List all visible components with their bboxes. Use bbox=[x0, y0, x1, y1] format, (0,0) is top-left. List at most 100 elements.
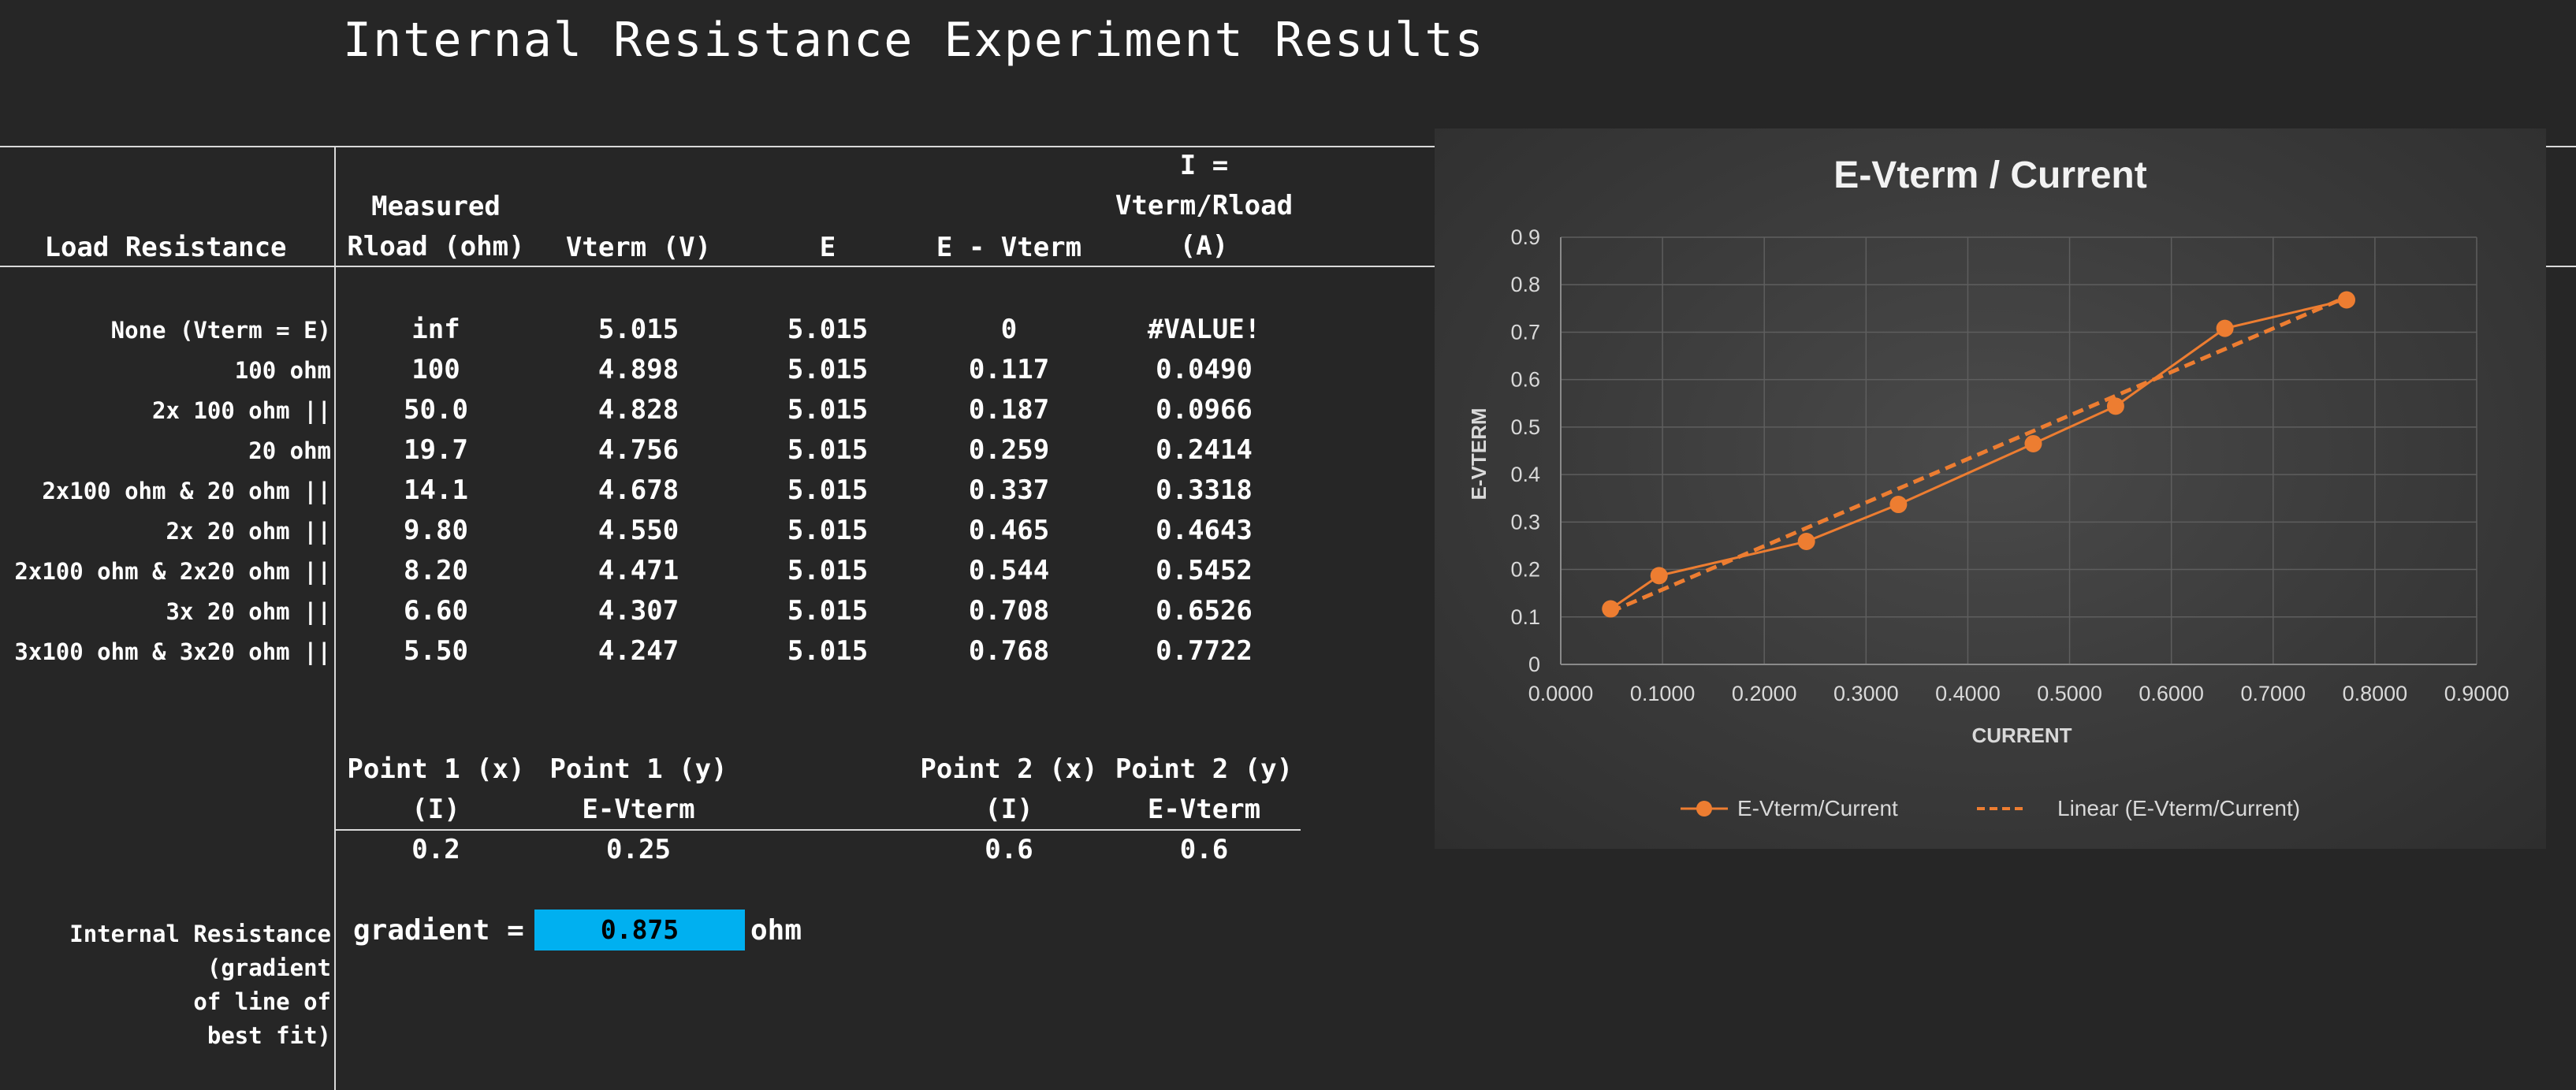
cell-rload: 6.60 bbox=[404, 595, 468, 627]
cell-e-minus-vterm: 0.337 bbox=[968, 474, 1050, 506]
x-tick-label: 0.8000 bbox=[2343, 682, 2408, 705]
cell-e: 5.015 bbox=[787, 555, 869, 586]
chart-legend: E-Vterm/Current Linear (E-Vterm/Current) bbox=[1681, 796, 2300, 820]
cell-current: 0.3318 bbox=[1156, 474, 1253, 506]
x-tick-label: 0.5000 bbox=[2037, 682, 2102, 705]
cell-e-minus-vterm: 0.544 bbox=[968, 555, 1050, 586]
y-tick-label: 0.4 bbox=[1510, 463, 1540, 486]
cell-vterm: 4.471 bbox=[597, 555, 679, 586]
x-tick-label: 0.6000 bbox=[2139, 682, 2204, 705]
point2-x-header-line2: (I) bbox=[985, 794, 1033, 825]
y-axis-title: E-VTERM bbox=[1467, 408, 1491, 500]
header-bottom-border-right bbox=[2546, 266, 2576, 267]
header-rload-line2: Rload (ohm) bbox=[347, 231, 525, 262]
data-point bbox=[1650, 567, 1668, 585]
header-current: I = Vterm/Rload (A) bbox=[1107, 146, 1301, 266]
point1-y-header-line2: E-Vterm bbox=[582, 794, 695, 825]
y-tick-label: 0.1 bbox=[1510, 605, 1540, 629]
x-tick-label: 0.0000 bbox=[1528, 682, 1594, 705]
cell-rload: 8.20 bbox=[404, 555, 468, 586]
internal-resistance-label-line3: of line of bbox=[193, 988, 331, 1015]
y-tick-label: 0.8 bbox=[1510, 273, 1540, 296]
data-point bbox=[2337, 291, 2355, 309]
gradient-value[interactable]: 0.875 bbox=[534, 910, 745, 950]
row-label: 100 ohm bbox=[234, 357, 331, 384]
x-tick-label: 0.2000 bbox=[1732, 682, 1797, 705]
cell-vterm: 4.247 bbox=[597, 635, 679, 667]
header-load-resistance: Load Resistance bbox=[44, 232, 287, 263]
row-label: None (Vterm = E) bbox=[110, 317, 331, 344]
cell-e-minus-vterm: 0 bbox=[1000, 314, 1018, 345]
x-tick-label: 0.3000 bbox=[1833, 682, 1899, 705]
data-point bbox=[2106, 397, 2124, 415]
header-rload: Measured Rload (ohm) bbox=[337, 187, 534, 267]
cell-e-minus-vterm: 0.708 bbox=[968, 595, 1050, 627]
cell-rload: 9.80 bbox=[404, 515, 468, 546]
cell-rload: inf bbox=[411, 314, 460, 345]
point2-y-header: Point 2 (y) E-Vterm bbox=[1107, 750, 1301, 830]
row-label: 2x 20 ohm || bbox=[166, 518, 331, 545]
cell-e-minus-vterm: 0.465 bbox=[968, 515, 1050, 546]
cell-e: 5.015 bbox=[787, 595, 869, 627]
data-point bbox=[2024, 434, 2042, 452]
chart-area[interactable]: E-Vterm / Current 0.0000 0.1000 0.2000 0.30… bbox=[1435, 128, 2546, 849]
y-tick-label: 0.5 bbox=[1510, 415, 1540, 439]
cell-e: 5.015 bbox=[787, 635, 869, 667]
gradient-label: gradient = bbox=[353, 914, 524, 947]
cell-e: 5.015 bbox=[787, 434, 869, 466]
cell-e: 5.015 bbox=[787, 394, 869, 426]
row-label: 20 ohm bbox=[248, 437, 331, 464]
cell-e: 5.015 bbox=[787, 354, 869, 385]
data-point bbox=[1889, 496, 1908, 514]
point2-y-header-line2: E-Vterm bbox=[1147, 794, 1261, 825]
cell-e: 5.015 bbox=[787, 314, 869, 345]
cell-vterm: 5.015 bbox=[597, 314, 679, 345]
label-column-divider bbox=[334, 146, 336, 1090]
cell-rload: 14.1 bbox=[404, 474, 468, 506]
cell-current: 0.7722 bbox=[1156, 635, 1253, 667]
data-point bbox=[1602, 600, 1620, 618]
y-tick-label: 0.6 bbox=[1510, 368, 1540, 392]
table-top-border-right bbox=[2546, 146, 2576, 147]
cell-rload: 5.50 bbox=[404, 635, 468, 667]
cell-e-minus-vterm: 0.259 bbox=[968, 434, 1050, 466]
x-tick-label: 0.4000 bbox=[1935, 682, 2001, 705]
internal-resistance-label-line2: (gradient bbox=[207, 954, 331, 981]
y-tick-label: 0 bbox=[1528, 653, 1540, 676]
axes: 0.0000 0.1000 0.2000 0.3000 0.4000 0.5000 0.60… bbox=[1510, 225, 2509, 705]
cell-vterm: 4.678 bbox=[597, 474, 679, 506]
point1-x-value: 0.2 bbox=[411, 834, 460, 865]
header-current-line2: Vterm/Rload bbox=[1115, 190, 1294, 221]
row-label: 2x100 ohm & 2x20 ohm || bbox=[14, 558, 331, 585]
legend-trendline-label: Linear (E-Vterm/Current) bbox=[2057, 796, 2300, 820]
row-label: 2x 100 ohm || bbox=[152, 397, 331, 424]
point1-x-header: Point 1 (x) (I) bbox=[337, 750, 534, 830]
legend-series-label: E-Vterm/Current bbox=[1737, 796, 1898, 820]
scatter-chart: E-Vterm / Current 0.0000 0.1000 0.2000 0.30… bbox=[1467, 154, 2509, 820]
row-label: 3x100 ohm & 3x20 ohm || bbox=[14, 638, 331, 665]
cell-rload: 100 bbox=[411, 354, 460, 385]
x-tick-label: 0.9000 bbox=[2444, 682, 2510, 705]
cell-current: 0.0966 bbox=[1156, 394, 1253, 426]
header-vterm: Vterm (V) bbox=[565, 232, 712, 263]
cell-current: 0.0490 bbox=[1156, 354, 1253, 385]
legend-series-marker bbox=[1696, 801, 1712, 817]
cell-e-minus-vterm: 0.187 bbox=[968, 394, 1050, 426]
cell-current: 0.6526 bbox=[1156, 595, 1253, 627]
cell-rload: 50.0 bbox=[404, 394, 468, 426]
x-tick-label: 0.7000 bbox=[2240, 682, 2306, 705]
trendline-layer bbox=[1610, 295, 2347, 614]
cell-vterm: 4.898 bbox=[597, 354, 679, 385]
header-current-line3: (A) bbox=[1179, 230, 1229, 262]
internal-resistance-label: Internal Resistance (gradient of line of… bbox=[0, 917, 331, 1053]
y-tick-label: 0.7 bbox=[1510, 320, 1540, 344]
y-tick-label: 0.2 bbox=[1510, 558, 1540, 582]
point2-x-value: 0.6 bbox=[985, 834, 1033, 865]
cell-vterm: 4.550 bbox=[597, 515, 679, 546]
header-rload-line1: Measured bbox=[371, 191, 501, 222]
point1-x-header-line1: Point 1 (x) bbox=[347, 753, 525, 785]
cell-e: 5.015 bbox=[787, 474, 869, 506]
internal-resistance-label-line4: best fit) bbox=[207, 1022, 331, 1049]
point1-y-header: Point 1 (y) E-Vterm bbox=[544, 750, 733, 830]
header-e-minus-vterm: E - Vterm bbox=[936, 232, 1082, 263]
